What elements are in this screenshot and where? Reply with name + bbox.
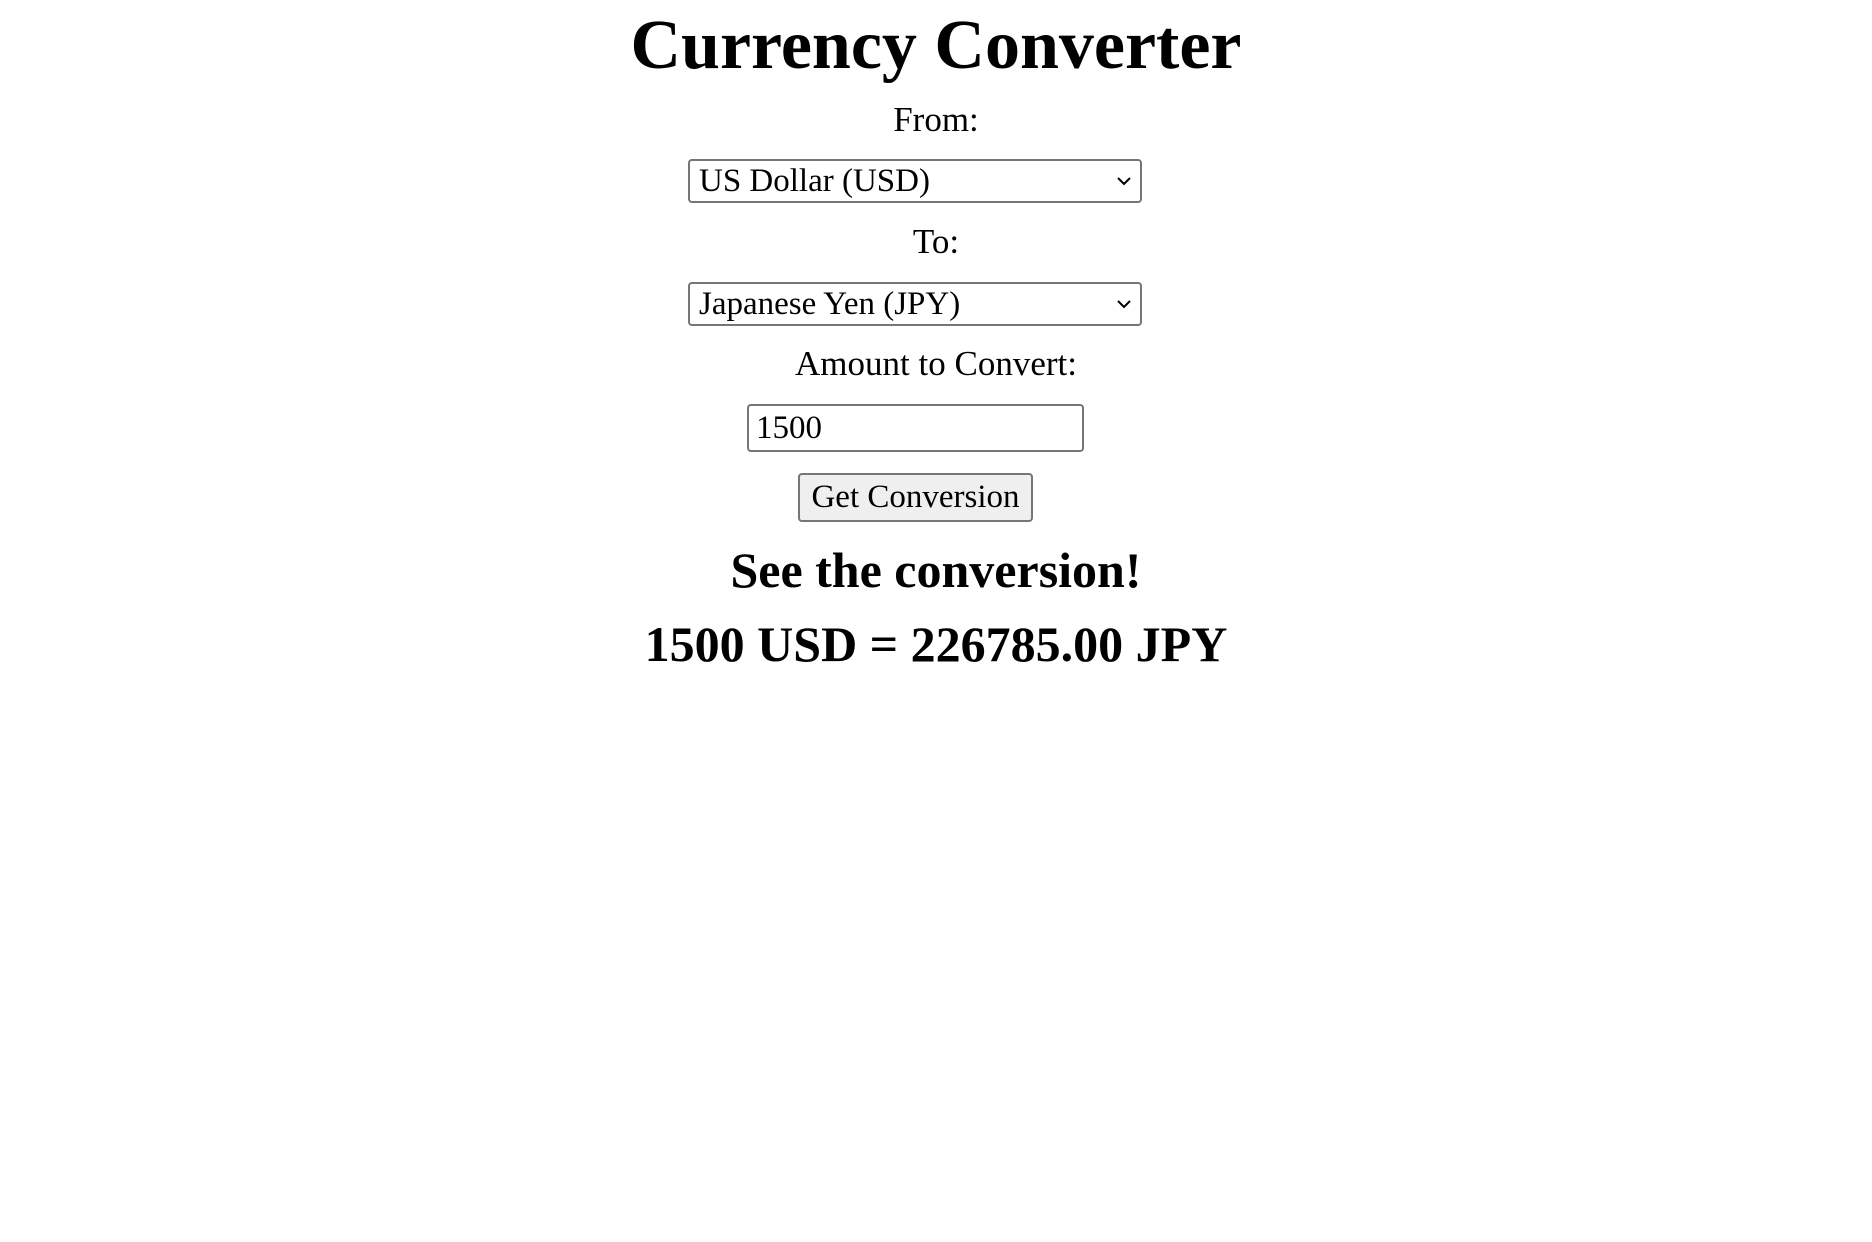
from-currency-select[interactable]: US Dollar (USD) (688, 159, 1142, 203)
chevron-down-icon (1117, 300, 1131, 309)
to-label: To: (912, 222, 960, 261)
currency-converter-page: Currency Converter From: US Dollar (USD)… (0, 0, 1872, 1242)
amount-input[interactable]: 1500 (747, 404, 1084, 452)
conversion-result: 1500 USD = 226785.00 JPY (644, 616, 1228, 672)
to-currency-value: Japanese Yen (JPY) (699, 286, 961, 322)
page-title: Currency Converter (630, 7, 1242, 84)
from-label: From: (893, 100, 979, 139)
amount-label: Amount to Convert: (795, 344, 1077, 383)
conversion-heading: See the conversion! (730, 542, 1142, 598)
to-currency-select[interactable]: Japanese Yen (JPY) (688, 282, 1142, 326)
chevron-down-icon (1117, 177, 1131, 186)
get-conversion-button[interactable]: Get Conversion (798, 473, 1033, 522)
from-currency-value: US Dollar (USD) (699, 163, 930, 199)
